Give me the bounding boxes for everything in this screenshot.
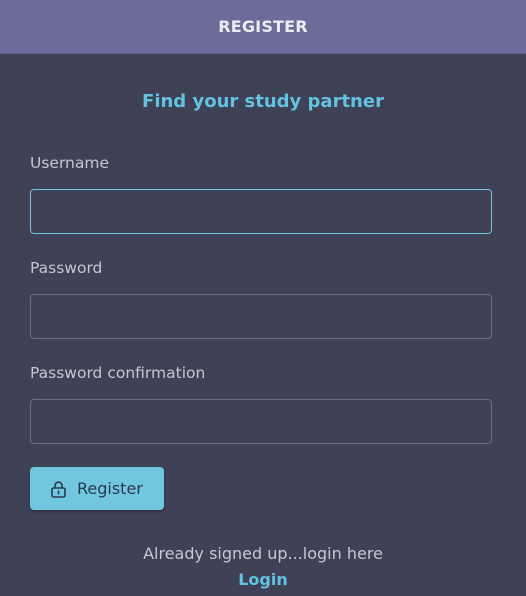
lock-icon bbox=[50, 480, 67, 498]
username-label: Username bbox=[30, 154, 110, 172]
login-link[interactable]: Login bbox=[238, 566, 288, 594]
password-group: Password bbox=[30, 255, 492, 339]
footer: Already signed up...login here Login bbox=[0, 541, 526, 594]
password-confirmation-group: Password confirmation bbox=[30, 360, 492, 444]
header-title: REGISTER bbox=[218, 17, 308, 36]
password-confirmation-input[interactable] bbox=[30, 399, 492, 444]
username-group: Username bbox=[30, 150, 492, 234]
footer-text: Already signed up...login here bbox=[143, 544, 383, 563]
register-card: REGISTER Find your study partner Usernam… bbox=[0, 0, 526, 596]
form-subtitle: Find your study partner bbox=[142, 91, 384, 112]
header-bar: REGISTER bbox=[0, 0, 526, 54]
register-button-label: Register bbox=[77, 479, 143, 498]
register-button[interactable]: Register bbox=[30, 467, 164, 510]
password-label: Password bbox=[30, 259, 103, 277]
register-form: Username Password Password confirmation … bbox=[30, 150, 492, 510]
password-input[interactable] bbox=[30, 294, 492, 339]
password-confirmation-label: Password confirmation bbox=[30, 364, 206, 382]
username-input[interactable] bbox=[30, 189, 492, 234]
